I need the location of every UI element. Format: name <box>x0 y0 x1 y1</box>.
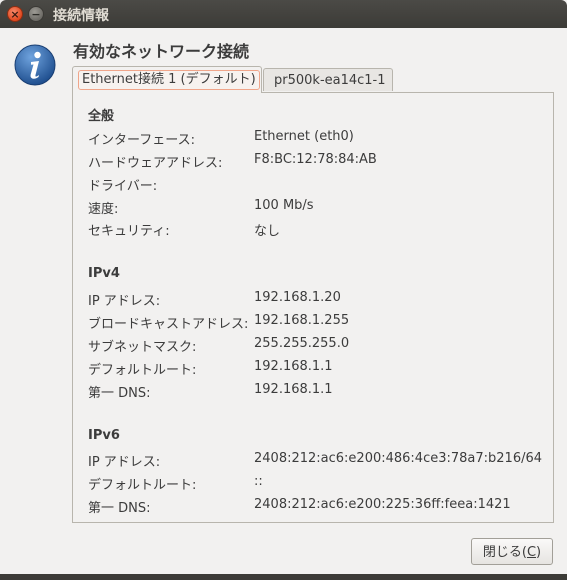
info-icon <box>14 44 56 86</box>
section-title-ipv6: IPv6 <box>88 428 120 443</box>
label-subnet-mask: サブネットマスク: <box>88 340 197 355</box>
minimize-icon: − <box>31 8 41 21</box>
value-ipv6-default-route: :: <box>254 474 263 489</box>
label-interface: インターフェース: <box>88 133 195 148</box>
connection-details-panel: 全般 インターフェース: Ethernet (eth0) ハードウェアアドレス:… <box>72 92 554 523</box>
close-button[interactable]: 閉じる(C) <box>471 538 553 565</box>
value-interface: Ethernet (eth0) <box>254 129 354 144</box>
label-ipv6-address: IP アドレス: <box>88 455 161 470</box>
label-security: セキュリティ: <box>88 224 170 239</box>
value-ipv4-primary-dns: 192.168.1.1 <box>254 382 333 397</box>
connection-info-window: × − 接続情報 有効なネットワーク接続 pr500k-ea14c1-1 Eth… <box>0 0 567 580</box>
label-speed: 速度: <box>88 202 119 217</box>
value-security: なし <box>254 224 281 239</box>
label-ipv4-default-route: デフォルトルート: <box>88 363 197 378</box>
tab-label: pr500k-ea14c1-1 <box>274 73 386 88</box>
window-minimize-button[interactable]: − <box>28 6 44 22</box>
tab-pr500k[interactable]: pr500k-ea14c1-1 <box>263 68 393 91</box>
label-broadcast-address: ブロードキャストアドレス: <box>88 317 249 332</box>
page-title: 有効なネットワーク接続 <box>73 42 250 61</box>
window-title: 接続情報 <box>53 8 109 24</box>
tab-ethernet-1[interactable]: Ethernet接続 1 (デフォルト) <box>72 66 262 93</box>
close-button-prefix: 閉じる( <box>482 545 527 560</box>
close-button-mnemonic: C <box>526 545 537 560</box>
label-ipv6-default-route: デフォルトルート: <box>88 478 197 493</box>
value-ipv6-primary-dns: 2408:212:ac6:e200:225:36ff:feea:1421 <box>254 497 511 512</box>
close-button-suffix: ) <box>536 545 542 560</box>
tab-label: Ethernet接続 1 (デフォルト) <box>78 70 260 90</box>
value-speed: 100 Mb/s <box>254 198 314 213</box>
label-ipv4-primary-dns: 第一 DNS: <box>88 386 151 401</box>
close-icon: × <box>10 8 20 21</box>
value-ipv4-default-route: 192.168.1.1 <box>254 359 333 374</box>
value-subnet-mask: 255.255.255.0 <box>254 336 350 351</box>
value-ipv4-address: 192.168.1.20 <box>254 290 341 305</box>
value-ipv6-address: 2408:212:ac6:e200:486:4ce3:78a7:b216/64 <box>254 451 543 466</box>
label-hardware-address: ハードウェアアドレス: <box>88 156 223 171</box>
value-hardware-address: F8:BC:12:78:84:AB <box>254 152 377 167</box>
title-bar[interactable]: × − 接続情報 <box>0 0 567 28</box>
section-title-ipv4: IPv4 <box>88 266 120 281</box>
section-title-general: 全般 <box>88 109 115 124</box>
label-driver: ドライバー: <box>88 179 158 194</box>
bottom-edge <box>0 574 567 580</box>
label-ipv4-address: IP アドレス: <box>88 294 161 309</box>
label-ipv6-primary-dns: 第一 DNS: <box>88 501 151 516</box>
value-broadcast-address: 192.168.1.255 <box>254 313 350 328</box>
window-close-button[interactable]: × <box>7 6 23 22</box>
